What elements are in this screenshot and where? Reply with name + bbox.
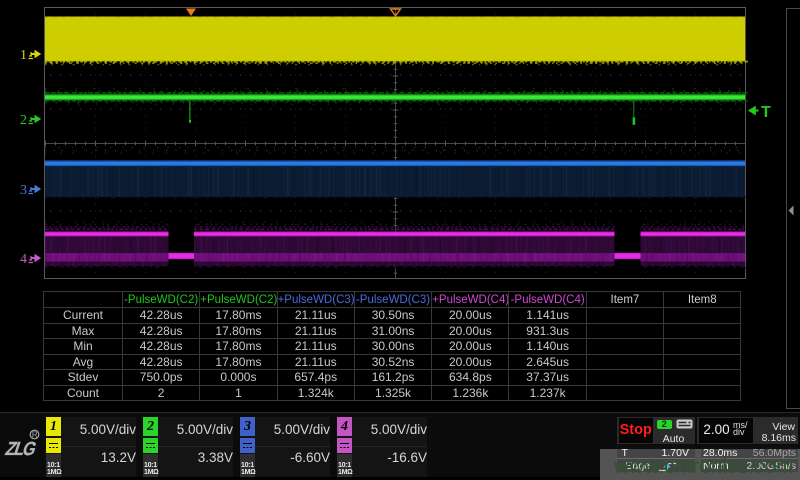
svg-text:T: T (761, 104, 771, 121)
svg-text:ZLG: ZLG (3, 438, 39, 459)
svg-text:3: 3 (20, 183, 27, 198)
svg-text:2: 2 (20, 113, 27, 128)
svg-text:1: 1 (20, 48, 27, 63)
svg-text:4: 4 (20, 252, 27, 267)
svg-text:R: R (32, 431, 38, 440)
